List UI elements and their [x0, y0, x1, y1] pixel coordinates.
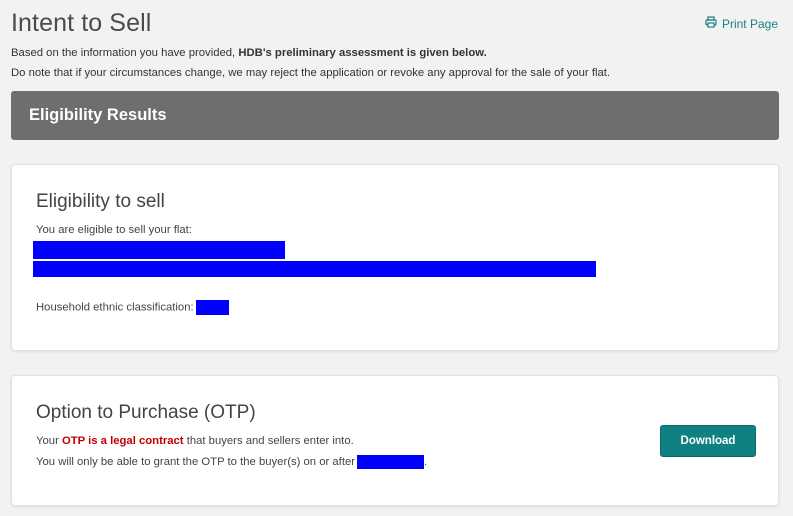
eligibility-card: Eligibility to sell You are eligible to …: [11, 164, 779, 351]
download-button[interactable]: Download: [660, 425, 756, 457]
otp-line-1-end: that buyers and sellers enter into.: [183, 435, 354, 447]
otp-line-1-start: Your: [36, 435, 62, 447]
eligibility-title: Eligibility to sell: [36, 191, 165, 212]
otp-line-2-text: You will only be able to grant the OTP t…: [36, 455, 356, 468]
otp-line-1: Your OTP is a legal contract that buyers…: [36, 435, 354, 447]
intro-line-1: Based on the information you have provid…: [11, 43, 610, 63]
intro-line-2: Do note that if your circumstances chang…: [11, 67, 611, 79]
redacted-block: [33, 241, 285, 259]
page-title: Intent to Sell: [11, 9, 152, 37]
intro-text: Based on the information you have provid…: [11, 43, 610, 83]
otp-line-2: You will only be able to grant the OTP t…: [36, 455, 427, 469]
intro-line-1-bold: HDB's preliminary assessment is given be…: [238, 47, 487, 59]
otp-legal-contract: OTP is a legal contract: [61, 435, 184, 447]
intro-line-1-start: Based on the information you have provid…: [11, 47, 239, 59]
print-page-link[interactable]: Print Page: [705, 16, 778, 31]
redacted-block: [33, 261, 596, 277]
ethnic-label: Household ethnic classification:: [36, 301, 194, 314]
eligibility-results-header: Eligibility Results: [11, 91, 779, 140]
ethnic-classification: Household ethnic classification:: [36, 300, 229, 315]
redacted-block: [195, 300, 229, 315]
redacted-block: [357, 455, 425, 469]
otp-card: Option to Purchase (OTP) Your OTP is a l…: [11, 375, 779, 506]
otp-line-2-end: .: [424, 455, 428, 468]
printer-icon: [705, 16, 717, 31]
otp-title: Option to Purchase (OTP): [36, 402, 256, 423]
eligible-text: You are eligible to sell your flat:: [36, 224, 192, 236]
print-page-label: Print Page: [721, 16, 778, 31]
